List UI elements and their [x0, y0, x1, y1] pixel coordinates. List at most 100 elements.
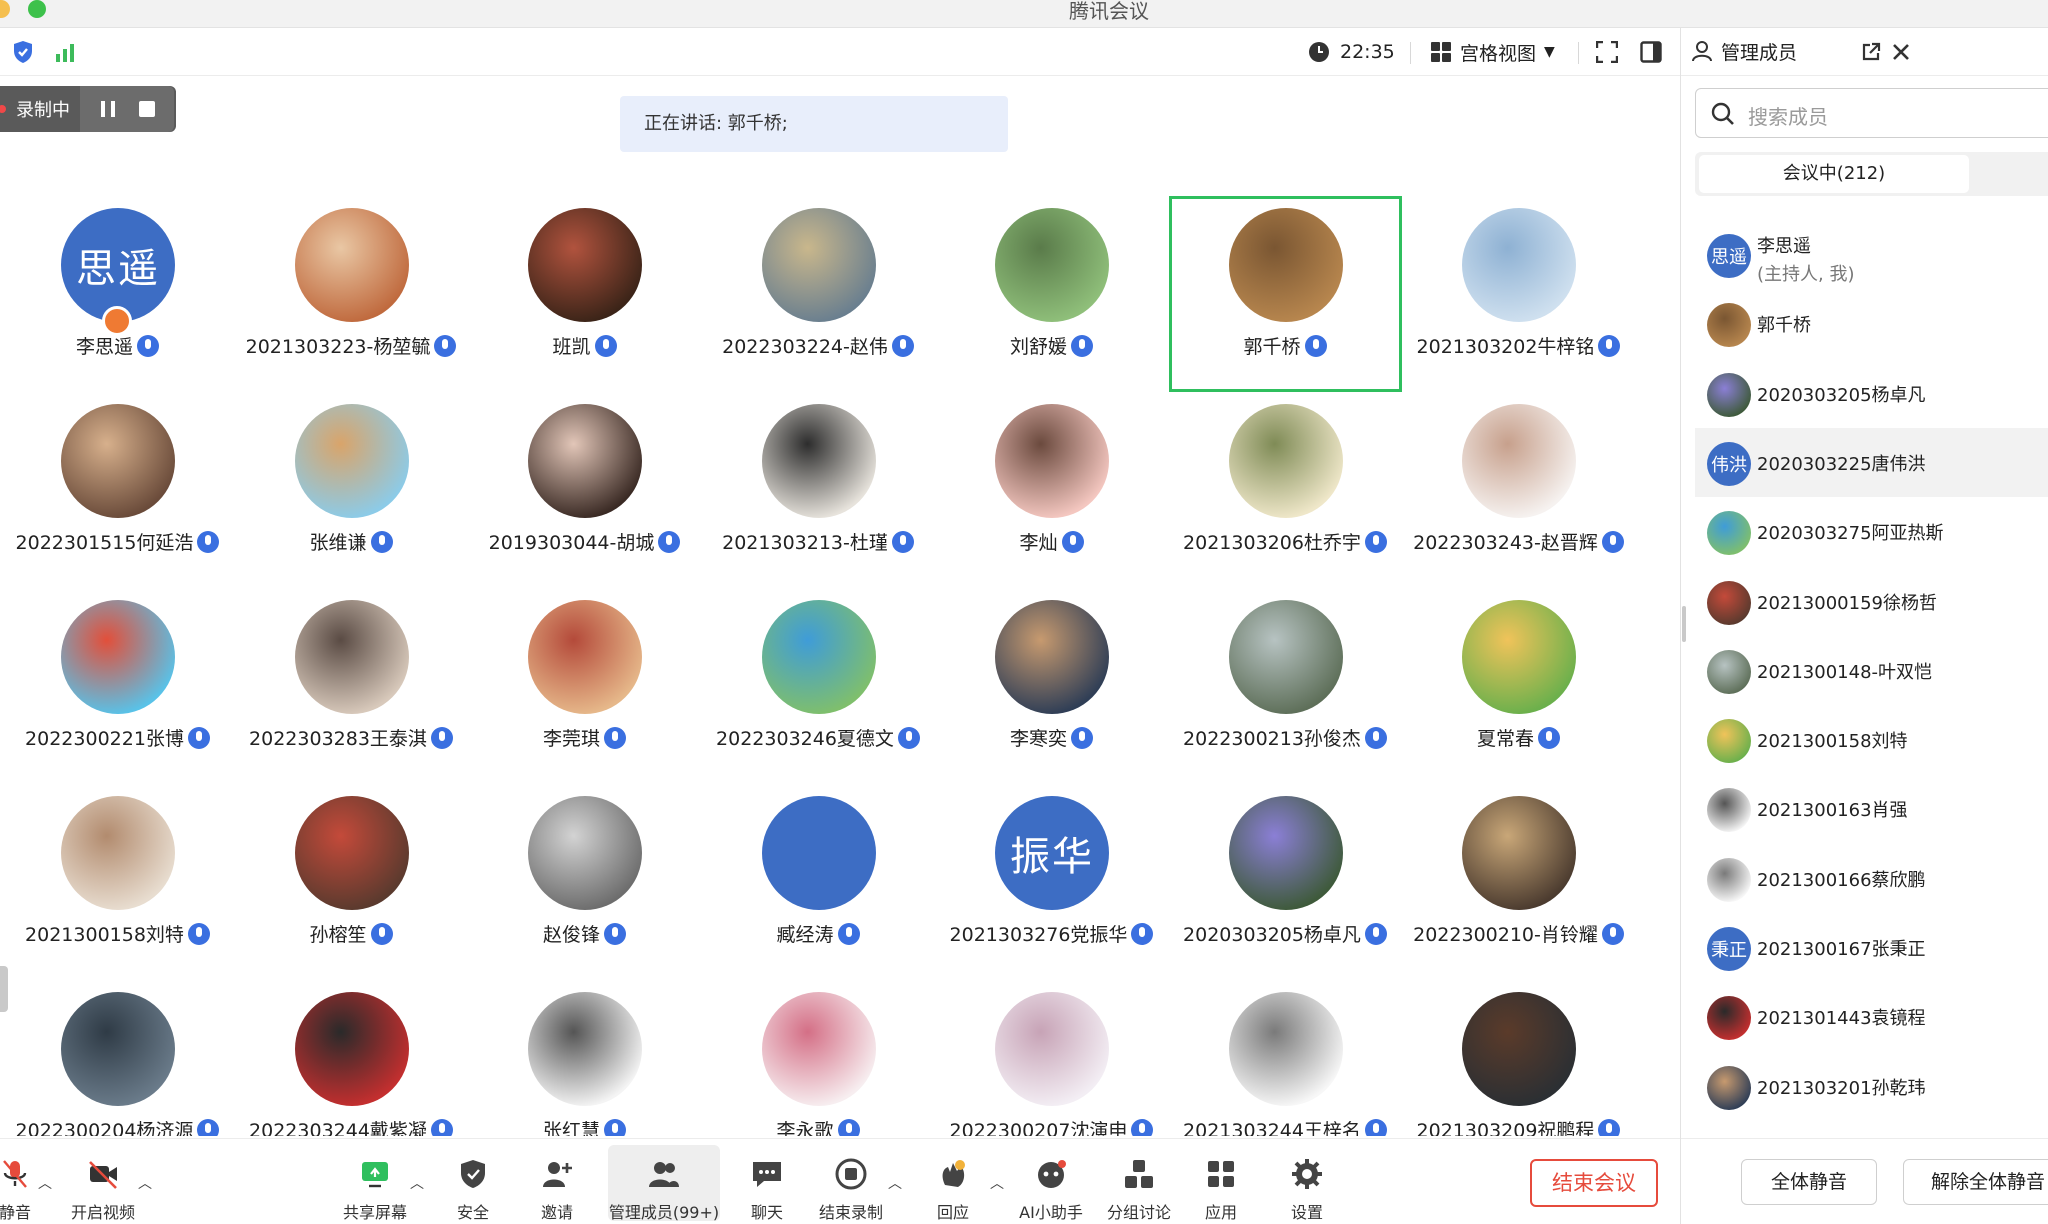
member-row[interactable]: 秉正 2021300167张秉正: [1695, 913, 2048, 982]
participant-tile[interactable]: 2022303246夏德文: [702, 588, 935, 784]
mute-options-chevron-icon[interactable]: ︿: [38, 1173, 52, 1193]
participant-tile[interactable]: 刘舒媛: [935, 196, 1168, 392]
end-meeting-button[interactable]: 结束会议: [1530, 1159, 1658, 1207]
security-button[interactable]: 安全: [428, 1145, 518, 1222]
participant-name: 李灿: [935, 528, 1168, 555]
participant-name: 2021300158刘特: [1, 920, 234, 947]
member-row[interactable]: 2020303275阿亚热斯: [1695, 497, 2048, 566]
participant-name: 2021303202牛梓铭: [1402, 332, 1635, 359]
settings-button[interactable]: 设置: [1262, 1145, 1352, 1222]
avatar-image: [1228, 404, 1343, 518]
member-row[interactable]: 伟洪 2020303225唐伟洪: [1695, 427, 2048, 497]
security-shield-icon[interactable]: [12, 40, 34, 64]
members-panel-header: 管理成员: [1681, 28, 2048, 76]
participant-tile[interactable]: 2022300207沈演申: [935, 980, 1168, 1136]
apps-button[interactable]: 应用: [1176, 1145, 1266, 1222]
participant-name-text: 班凯: [552, 336, 591, 358]
member-row[interactable]: 2021300166蔡欣鹏: [1695, 844, 2048, 913]
participant-tile[interactable]: 思遥 李思遥: [1, 196, 234, 392]
left-drag-handle[interactable]: [0, 966, 8, 1012]
video-button[interactable]: 开启视频: [58, 1145, 148, 1222]
avatar-image: [1462, 796, 1576, 910]
member-row[interactable]: 2020303205杨卓凡: [1695, 359, 2048, 428]
member-row[interactable]: 20213000159徐杨哲: [1695, 567, 2048, 636]
participant-tile[interactable]: 2021303223-杨堃毓: [235, 196, 468, 392]
participant-tile[interactable]: 2019303044-胡城: [468, 392, 701, 588]
search-placeholder: 搜索成员: [1748, 105, 1828, 129]
pause-recording-icon[interactable]: [98, 99, 118, 119]
member-name: 2021300167张秉正: [1757, 939, 1926, 960]
participant-tile[interactable]: 班凯: [468, 196, 701, 392]
participant-tile[interactable]: 2021303244王梓名: [1169, 980, 1402, 1136]
fullscreen-icon[interactable]: [1596, 41, 1618, 63]
chevron-up-icon[interactable]: ︿: [410, 1173, 424, 1193]
participant-tile[interactable]: 李寒奕: [935, 588, 1168, 784]
chevron-up-icon[interactable]: ︿: [990, 1173, 1004, 1193]
participant-tile[interactable]: 2022303283王泰淇: [235, 588, 468, 784]
network-signal-icon[interactable]: [54, 42, 78, 62]
participant-tile[interactable]: 李灿: [935, 392, 1168, 588]
participant-tile[interactable]: 2022303243-赵晋辉: [1402, 392, 1635, 588]
invite-button[interactable]: 邀请: [512, 1145, 602, 1222]
participant-tile[interactable]: 2022303224-赵伟: [702, 196, 935, 392]
participant-tile[interactable]: 孙榕笙: [235, 784, 468, 980]
member-row[interactable]: 2021300163肖强: [1695, 774, 2048, 843]
video-options-chevron-icon[interactable]: ︿: [138, 1173, 152, 1193]
panel-resize-handle[interactable]: [1682, 606, 1686, 642]
member-row[interactable]: 2021303201孙乾玮: [1695, 1052, 2048, 1121]
participant-tile[interactable]: 臧经涛: [702, 784, 935, 980]
participant-tile[interactable]: 2022300213孙俊杰: [1169, 588, 1402, 784]
participant-tile[interactable]: 2021303213-杜瑾: [702, 392, 935, 588]
members-button[interactable]: 管理成员(99+): [608, 1145, 720, 1222]
participant-tile[interactable]: 2021300158刘特: [1, 784, 234, 980]
member-search-input[interactable]: 搜索成员: [1695, 88, 2048, 138]
avatar-image: [1707, 996, 1751, 1041]
participant-tile[interactable]: 振华 2021303276党振华: [935, 784, 1168, 980]
participant-tile[interactable]: 2021303206杜乔宇: [1169, 392, 1402, 588]
sidebar-toggle-icon[interactable]: [1640, 41, 1662, 63]
pop-out-icon[interactable]: [1861, 42, 1881, 62]
participant-tile[interactable]: 张维谦: [235, 392, 468, 588]
participant-tile[interactable]: 张红慧: [468, 980, 701, 1136]
stop-recording-icon[interactable]: [137, 99, 157, 119]
toolbar-label: 安全: [456, 1203, 489, 1222]
mic-status-icon: [1364, 923, 1387, 945]
participant-tile[interactable]: 2022300210-肖铃耀: [1402, 784, 1635, 980]
tab-in-meeting[interactable]: 会议中(212): [1699, 155, 1969, 193]
participant-tile[interactable]: 2021303209祝鹏程: [1402, 980, 1635, 1136]
participant-tile[interactable]: 2022303244戴紫凝: [235, 980, 468, 1136]
participant-name: 2022303283王泰淇: [235, 724, 468, 751]
participant-tile[interactable]: 2022301515何延浩: [1, 392, 234, 588]
avatar-image: [528, 796, 642, 910]
participant-name: 2021303223-杨堃毓: [235, 332, 468, 359]
share-screen-button[interactable]: 共享屏幕: [330, 1145, 420, 1222]
member-row[interactable]: 2021300148-叶双恺: [1695, 636, 2048, 705]
ai-assistant-button[interactable]: AI小助手: [1006, 1145, 1096, 1222]
participant-name-text: 2022300221张博: [25, 728, 184, 750]
participant-tile[interactable]: 夏常春: [1402, 588, 1635, 784]
mute-all-button[interactable]: 全体静音: [1741, 1159, 1877, 1205]
member-row[interactable]: 2021300158刘特: [1695, 705, 2048, 774]
participant-tile[interactable]: 李莞琪: [468, 588, 701, 784]
participant-tile[interactable]: 李永歌: [702, 980, 935, 1136]
stop-record-button[interactable]: 结束录制: [806, 1145, 896, 1222]
unmute-all-button[interactable]: 解除全体静音: [1903, 1159, 2048, 1205]
view-mode-dropdown[interactable]: 宫格视图 ▼: [1430, 38, 1555, 66]
active-speaker-banner: 正在讲话: 郭千桥;: [620, 96, 1008, 152]
chevron-up-icon[interactable]: ︿: [888, 1173, 902, 1193]
avatar-image: [528, 208, 642, 322]
participant-tile[interactable]: 赵俊锋: [468, 784, 701, 980]
participant-tile[interactable]: 2020303205杨卓凡: [1169, 784, 1402, 980]
mic-status-icon: [1598, 1119, 1621, 1136]
member-row[interactable]: 思遥 李思遥 (主持人, 我): [1695, 220, 2048, 289]
participant-tile[interactable]: 2021303202牛梓铭: [1402, 196, 1635, 392]
member-row[interactable]: 郭千桥: [1695, 289, 2048, 358]
reaction-button[interactable]: 回应: [908, 1145, 998, 1222]
close-icon[interactable]: [1891, 42, 1911, 62]
member-row[interactable]: 2021301443袁镜程: [1695, 982, 2048, 1051]
participant-tile[interactable]: 2022300221张博: [1, 588, 234, 784]
participant-tile[interactable]: 2022300204杨济源: [1, 980, 234, 1136]
chat-button[interactable]: 聊天: [722, 1145, 812, 1222]
breakout-button[interactable]: 分组讨论: [1094, 1145, 1184, 1222]
participant-tile[interactable]: 郭千桥: [1168, 196, 1402, 392]
